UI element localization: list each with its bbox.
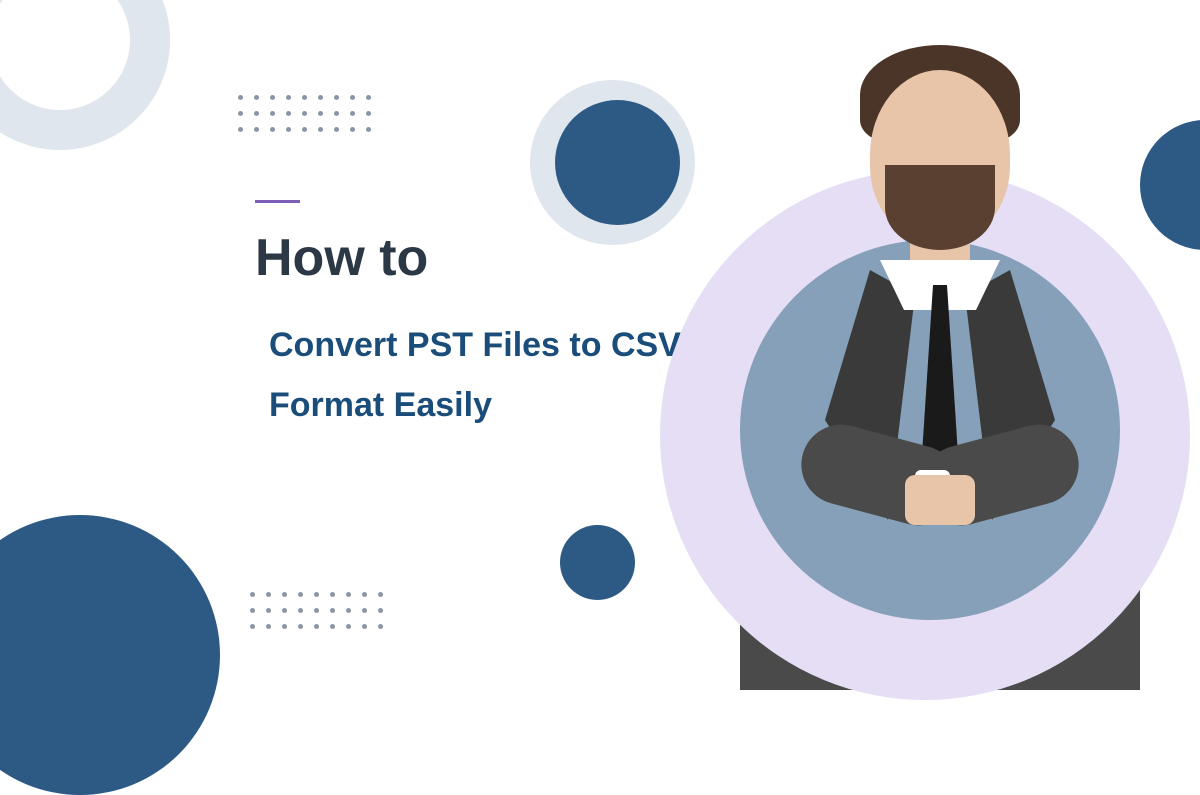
ring-decoration-top-left (0, 0, 170, 150)
person-illustration (720, 35, 1160, 675)
dot-grid-bottom (250, 592, 384, 630)
accent-line (255, 200, 300, 203)
heading-secondary: Convert PST Files to CSV Format Easily (269, 316, 681, 435)
heading-line-2: Convert PST Files to CSV (269, 316, 681, 376)
heading-primary: How to (255, 228, 681, 288)
circle-decoration-bottom-left (0, 515, 220, 795)
heading-line-3: Format Easily (269, 376, 681, 436)
dot-grid-top (238, 95, 372, 133)
circle-decoration-small-bottom (560, 525, 635, 600)
text-content: How to Convert PST Files to CSV Format E… (255, 200, 681, 435)
